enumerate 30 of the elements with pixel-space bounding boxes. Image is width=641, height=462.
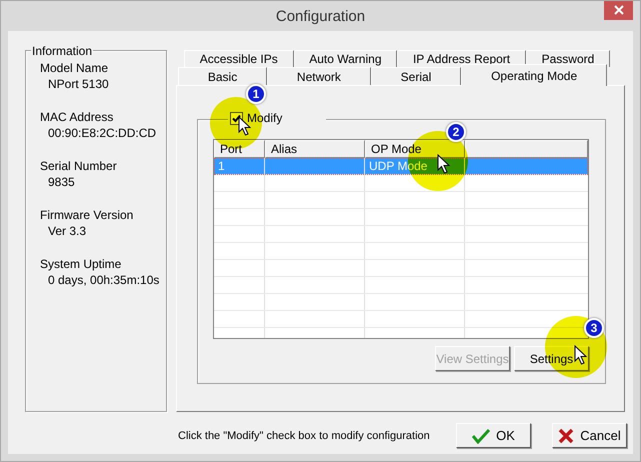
column-header[interactable]: Alias bbox=[265, 140, 365, 158]
field-value: 9835 bbox=[47, 175, 76, 189]
close-icon bbox=[614, 5, 624, 15]
tab[interactable]: IP Address Report bbox=[397, 50, 526, 67]
field-label: Model Name bbox=[40, 61, 110, 75]
tab[interactable]: Auto Warning bbox=[294, 50, 398, 67]
cursor-icon bbox=[574, 345, 587, 365]
field-value: NPort 5130 bbox=[47, 77, 110, 91]
tab[interactable]: Network bbox=[267, 67, 371, 85]
tab[interactable]: Serial bbox=[370, 67, 462, 85]
group-title: Information bbox=[31, 44, 94, 58]
field-label: Firmware Version bbox=[40, 208, 134, 222]
table-cell: 1 bbox=[214, 158, 265, 174]
field-label: Serial Number bbox=[40, 159, 118, 173]
tab[interactable]: Operating Mode bbox=[461, 64, 607, 86]
cursor-icon bbox=[437, 154, 450, 174]
close-button[interactable] bbox=[604, 1, 633, 20]
field-value: 0 days, 00h:35m:10s bbox=[47, 273, 160, 287]
cancel-button[interactable]: Cancel bbox=[552, 423, 627, 448]
tab[interactable]: Basic bbox=[178, 67, 268, 85]
field-label: MAC Address bbox=[40, 110, 114, 124]
window-title: Configuration bbox=[276, 8, 366, 24]
field-value: Ver 3.3 bbox=[47, 224, 88, 238]
tab[interactable]: Accessible IPs bbox=[184, 50, 294, 67]
field-value: 00:90:E8:2C:DD:CD bbox=[47, 126, 158, 140]
cross-icon bbox=[558, 428, 574, 444]
ok-button[interactable]: OK bbox=[456, 423, 531, 448]
checkmark-icon bbox=[472, 428, 490, 444]
hint-text: Click the "Modify" check box to modify configuration bbox=[178, 430, 431, 442]
field-label: System Uptime bbox=[40, 257, 122, 271]
